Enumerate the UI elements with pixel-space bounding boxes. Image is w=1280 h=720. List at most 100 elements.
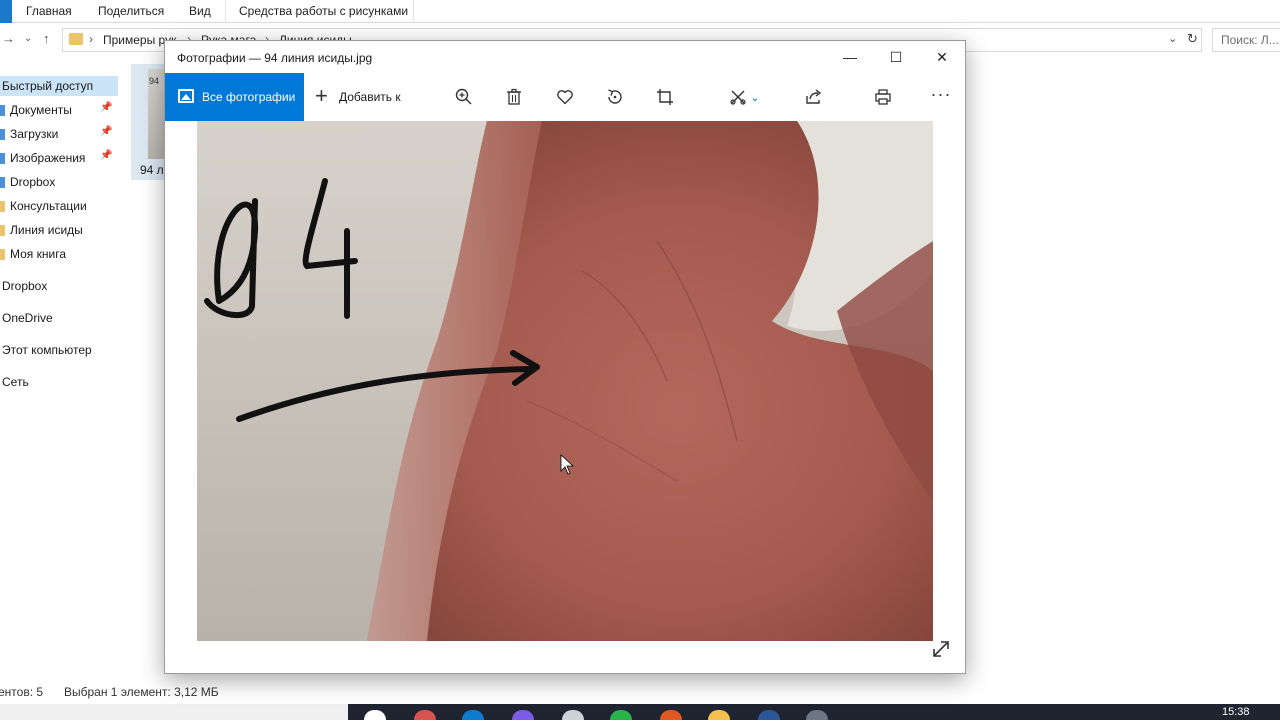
- rotate-button[interactable]: [599, 81, 631, 113]
- pin-icon[interactable]: 📌: [100, 126, 112, 137]
- photos-toolbar: Все фотографии + Добавить к ⌄ ···: [165, 73, 965, 121]
- zoom-button[interactable]: [448, 81, 480, 113]
- nav-root-this-pc[interactable]: Этот компьютер: [0, 340, 118, 360]
- taskbar-search-box[interactable]: [0, 704, 348, 720]
- photo-icon: [178, 89, 194, 103]
- edge-icon[interactable]: [462, 710, 484, 720]
- crop-button[interactable]: [649, 81, 681, 113]
- nav-item-label: Dropbox: [10, 175, 56, 189]
- rotate-icon: [608, 89, 622, 104]
- thumbnail-text: 94: [149, 76, 160, 86]
- nav-quick-access-label: Быстрый доступ: [2, 79, 94, 93]
- nav-item-label: Сеть: [2, 375, 29, 389]
- edit-create-icon: [730, 90, 746, 105]
- nav-item-label: Загрузки: [10, 127, 59, 141]
- documents-icon: [0, 105, 5, 116]
- photos-window: Фотографии — 94 линия исиды.jpg — ☐ ✕ Вс…: [164, 40, 966, 674]
- ribbon-tabs: Главная Поделиться Вид Средства работы с…: [0, 0, 1280, 23]
- forward-icon[interactable]: →: [2, 31, 15, 46]
- nav-item-label: Изображения: [10, 151, 86, 165]
- app-icon[interactable]: [414, 710, 436, 720]
- photo-viewer[interactable]: [197, 121, 933, 641]
- printer-icon: [875, 89, 891, 105]
- nav-quick-access[interactable]: Быстрый доступ: [0, 76, 118, 96]
- nav-item-documents[interactable]: Документы 📌: [0, 100, 118, 120]
- add-to-label: Добавить к: [339, 90, 401, 104]
- nav-item-label: Dropbox: [2, 279, 48, 293]
- pin-icon[interactable]: 📌: [100, 102, 112, 113]
- app-icon[interactable]: [562, 710, 584, 720]
- viber-icon[interactable]: [512, 710, 534, 720]
- photos-app-icon[interactable]: [806, 710, 828, 720]
- taskbar-clock[interactable]: 15:38: [1222, 706, 1250, 718]
- nav-root-network[interactable]: Сеть: [0, 372, 118, 392]
- nav-item-my-book[interactable]: Моя книга: [0, 244, 118, 264]
- dropbox-icon: [0, 177, 5, 188]
- search-placeholder: Поиск: Л...: [1221, 33, 1279, 47]
- downloads-icon: [0, 129, 5, 140]
- search-input[interactable]: Поиск: Л...: [1212, 28, 1280, 52]
- delete-button[interactable]: [498, 81, 530, 113]
- nav-item-dropbox[interactable]: Dropbox: [0, 172, 118, 192]
- nav-item-isis-line[interactable]: Линия исиды: [0, 220, 118, 240]
- photos-titlebar[interactable]: Фотографии — 94 линия исиды.jpg — ☐ ✕: [165, 41, 965, 73]
- status-bar: ентов: 5 Выбран 1 элемент: 3,12 МБ: [0, 682, 1280, 704]
- tab-picture-tools[interactable]: Средства работы с рисунками: [239, 4, 408, 18]
- close-button[interactable]: ✕: [919, 41, 965, 73]
- zoom-icon: [455, 88, 472, 105]
- fullscreen-expand-icon[interactable]: [929, 637, 953, 661]
- file-tab[interactable]: [0, 0, 12, 23]
- taskbar: 15:38: [0, 704, 1280, 720]
- folder-icon: [0, 225, 5, 236]
- ribbon-separator: [225, 0, 226, 23]
- more-options-button[interactable]: ···: [925, 81, 957, 113]
- folder-icon: [0, 249, 5, 260]
- share-icon: [806, 89, 822, 104]
- status-selection: Выбран 1 элемент: 3,12 МБ: [64, 685, 219, 699]
- nav-item-label: Консультации: [10, 199, 87, 213]
- browser-icon[interactable]: [660, 710, 682, 720]
- folder-icon: [69, 33, 83, 45]
- folder-icon: [0, 201, 5, 212]
- recent-chevron-icon[interactable]: ⌄: [24, 33, 32, 44]
- tab-home[interactable]: Главная: [26, 4, 72, 18]
- tab-share[interactable]: Поделиться: [98, 4, 164, 18]
- pin-icon[interactable]: 📌: [100, 150, 112, 161]
- favorite-button[interactable]: [549, 81, 581, 113]
- chevron-down-icon[interactable]: ⌄: [1168, 32, 1177, 45]
- nav-root-onedrive[interactable]: OneDrive: [0, 308, 118, 328]
- trash-icon: [507, 88, 521, 105]
- ribbon-separator: [413, 0, 414, 23]
- nav-item-label: Документы: [10, 103, 72, 117]
- nav-item-label: Линия исиды: [10, 223, 83, 237]
- heart-icon: [557, 90, 573, 105]
- whatsapp-icon[interactable]: [610, 710, 632, 720]
- edit-create-button[interactable]: ⌄: [723, 81, 765, 113]
- pictures-icon: [0, 153, 5, 164]
- nav-item-downloads[interactable]: Загрузки 📌: [0, 124, 118, 144]
- plus-icon: +: [315, 83, 328, 108]
- tab-view[interactable]: Вид: [189, 4, 211, 18]
- palm-photo: [197, 121, 933, 641]
- all-photos-button[interactable]: Все фотографии: [165, 73, 304, 121]
- desktop: Главная Поделиться Вид Средства работы с…: [0, 0, 1280, 720]
- task-view-icon[interactable]: [364, 710, 386, 720]
- window-title: Фотографии — 94 линия исиды.jpg: [177, 51, 373, 65]
- all-photos-label: Все фотографии: [202, 90, 296, 104]
- refresh-icon[interactable]: ↻: [1187, 31, 1198, 47]
- more-icon: ···: [930, 83, 952, 104]
- file-explorer-icon[interactable]: [708, 710, 730, 720]
- minimize-button[interactable]: —: [827, 41, 873, 73]
- nav-item-consultations[interactable]: Консультации: [0, 196, 118, 216]
- navigation-pane: Быстрый доступ Документы 📌 Загрузки 📌 Из…: [0, 70, 118, 680]
- maximize-button[interactable]: ☐: [873, 41, 919, 73]
- word-icon[interactable]: [758, 710, 780, 720]
- nav-item-label: Этот компьютер: [2, 343, 92, 357]
- nav-root-dropbox[interactable]: Dropbox: [0, 276, 118, 296]
- chevron-right-icon: ›: [89, 32, 93, 46]
- up-arrow-icon[interactable]: ↑: [43, 31, 50, 46]
- print-button[interactable]: [867, 81, 899, 113]
- nav-item-pictures[interactable]: Изображения 📌: [0, 148, 118, 168]
- share-button[interactable]: [798, 81, 830, 113]
- status-item-count: ентов: 5: [0, 685, 44, 699]
